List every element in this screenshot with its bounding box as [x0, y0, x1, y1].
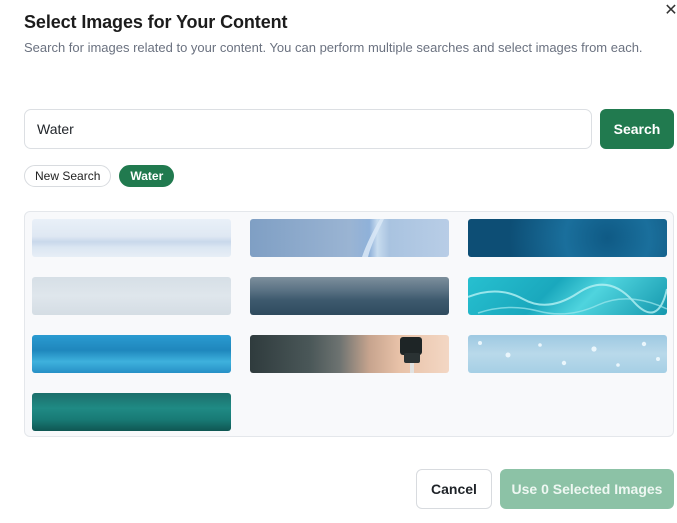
image-tile[interactable]	[32, 335, 231, 373]
image-tile[interactable]	[32, 219, 231, 257]
image-tile[interactable]	[32, 277, 231, 315]
search-button[interactable]: Search	[600, 109, 674, 149]
use-selected-images-button[interactable]: Use 0 Selected Images	[500, 469, 674, 509]
chip-new-search[interactable]: New Search	[24, 165, 112, 187]
image-tile[interactable]	[250, 277, 449, 315]
cancel-button[interactable]: Cancel	[416, 469, 492, 509]
droplets-graphic	[478, 341, 660, 367]
search-history-chips: New Search Water	[24, 165, 175, 187]
image-tile[interactable]	[250, 335, 449, 373]
image-grid	[24, 211, 674, 437]
dialog-description: Search for images related to your conten…	[24, 40, 643, 55]
caustics-graphic	[468, 283, 667, 315]
image-tile[interactable]	[468, 219, 667, 257]
dialog-title: Select Images for Your Content	[24, 12, 288, 32]
faucet-graphic	[400, 337, 422, 373]
image-tile[interactable]	[250, 219, 449, 257]
image-tile[interactable]	[468, 335, 667, 373]
water-splash-graphic	[362, 219, 384, 257]
search-input[interactable]	[24, 109, 592, 149]
search-row: Search	[24, 109, 674, 149]
image-select-dialog: Select Images for Your Content ✕ Search …	[0, 0, 677, 523]
image-tile[interactable]	[32, 393, 231, 431]
close-icon[interactable]: ✕	[664, 3, 677, 19]
chip-water[interactable]: Water	[119, 165, 175, 187]
image-tile[interactable]	[468, 277, 667, 315]
